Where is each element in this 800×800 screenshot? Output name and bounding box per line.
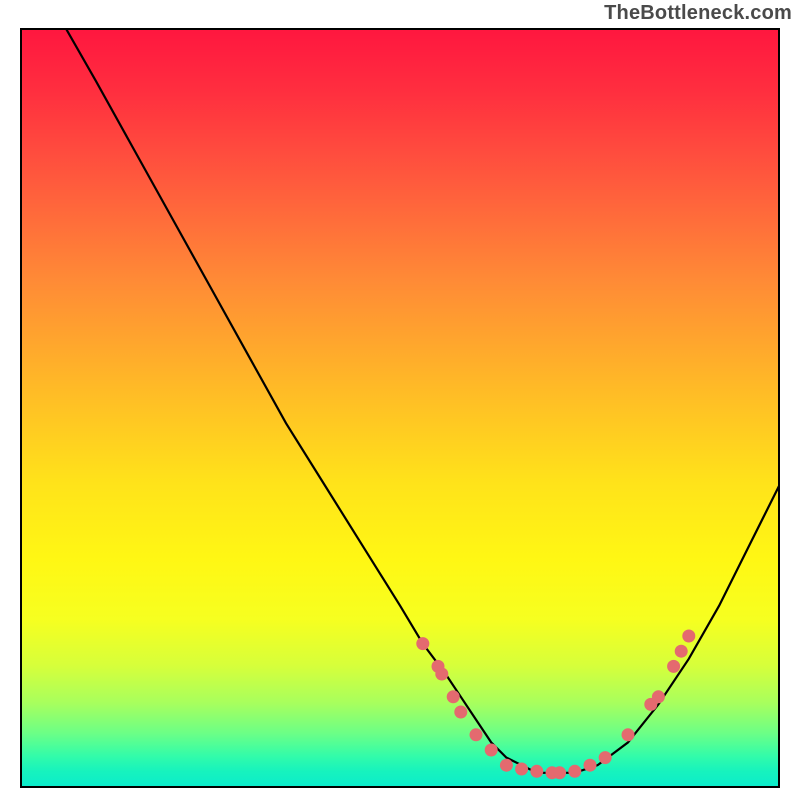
data-marker: [622, 728, 635, 741]
data-marker: [416, 637, 429, 650]
data-marker: [435, 668, 448, 681]
data-marker: [454, 706, 467, 719]
data-marker: [530, 765, 543, 778]
data-marker: [485, 744, 498, 757]
data-marker: [584, 759, 597, 772]
data-marker: [568, 765, 581, 778]
data-marker: [667, 660, 680, 673]
watermark-text: TheBottleneck.com: [604, 2, 792, 25]
marker-group: [416, 630, 695, 780]
data-marker: [599, 751, 612, 764]
plot-area: [20, 28, 780, 788]
data-marker: [682, 630, 695, 643]
curve-layer: [20, 28, 780, 788]
data-marker: [470, 728, 483, 741]
chart-frame: TheBottleneck.com: [0, 0, 800, 800]
data-marker: [675, 645, 688, 658]
data-marker: [500, 759, 513, 772]
data-marker: [447, 690, 460, 703]
data-marker: [515, 763, 528, 776]
data-marker: [553, 766, 566, 779]
data-marker: [652, 690, 665, 703]
